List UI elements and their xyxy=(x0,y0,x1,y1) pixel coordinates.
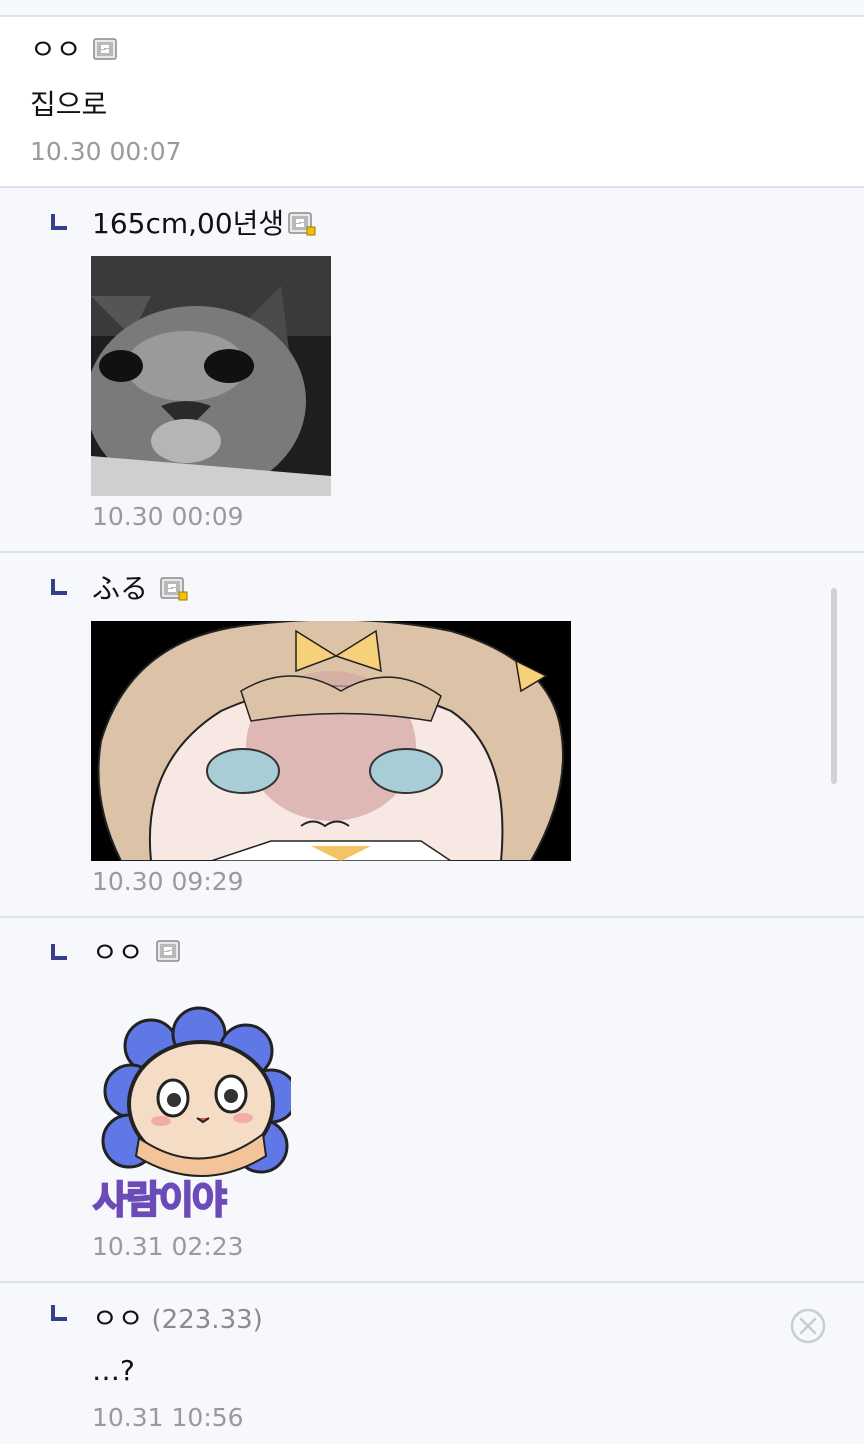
flower-sticker[interactable]: 사람이야 xyxy=(91,1006,291,1226)
reply-item: ふる 10.30 09:29 xyxy=(0,553,864,918)
sticker-text: 사람이야 xyxy=(92,1177,228,1223)
reply-arrow-icon xyxy=(51,579,67,595)
reply-item: ㅇㅇ 사람이야 10.31 02:23 xyxy=(0,918,864,1283)
nickname-text: ㅇㅇ xyxy=(92,1302,144,1335)
scrollbar[interactable] xyxy=(831,588,837,784)
cat-photo[interactable] xyxy=(91,256,331,496)
ip-address: (223.33) xyxy=(151,1305,263,1335)
close-circle-icon[interactable] xyxy=(790,1308,826,1344)
fixed-nick-sub-icon xyxy=(288,212,316,236)
reply-item: 165cm,00년생 10.30 00:09 xyxy=(0,188,864,553)
anime-girl-image[interactable] xyxy=(91,621,571,861)
comment-item: ㅇㅇ 집으로 10.30 00:07 xyxy=(0,17,864,188)
reply-arrow-icon xyxy=(51,1305,67,1321)
reply-arrow-icon xyxy=(51,944,67,960)
fixed-nick-sub-icon xyxy=(160,577,188,601)
reply-arrow-icon xyxy=(51,214,67,230)
comment-text: …? xyxy=(92,1354,135,1387)
comment-time: 10.31 10:56 xyxy=(92,1403,244,1432)
comment-nickname[interactable]: ㅇㅇ xyxy=(92,936,144,970)
previous-comment-edge xyxy=(0,0,864,17)
reply-item: ㅇㅇ (223.33) …? 10.31 10:56 xyxy=(0,1283,864,1444)
comment-text: 집으로 xyxy=(30,88,108,121)
comment-time: 10.30 00:07 xyxy=(30,137,182,166)
comment-nickname[interactable]: ㅇㅇ xyxy=(30,33,82,67)
comment-nickname[interactable]: ふる xyxy=(92,572,148,606)
fixed-nick-icon xyxy=(156,940,180,962)
comment-time: 10.30 00:09 xyxy=(92,502,244,531)
comment-nickname[interactable]: 165cm,00년생 xyxy=(92,207,284,241)
fixed-nick-icon xyxy=(93,38,117,60)
comment-nickname[interactable]: ㅇㅇ (223.33) xyxy=(92,1302,263,1337)
comment-time: 10.30 09:29 xyxy=(92,867,244,896)
comment-time: 10.31 02:23 xyxy=(92,1232,244,1261)
